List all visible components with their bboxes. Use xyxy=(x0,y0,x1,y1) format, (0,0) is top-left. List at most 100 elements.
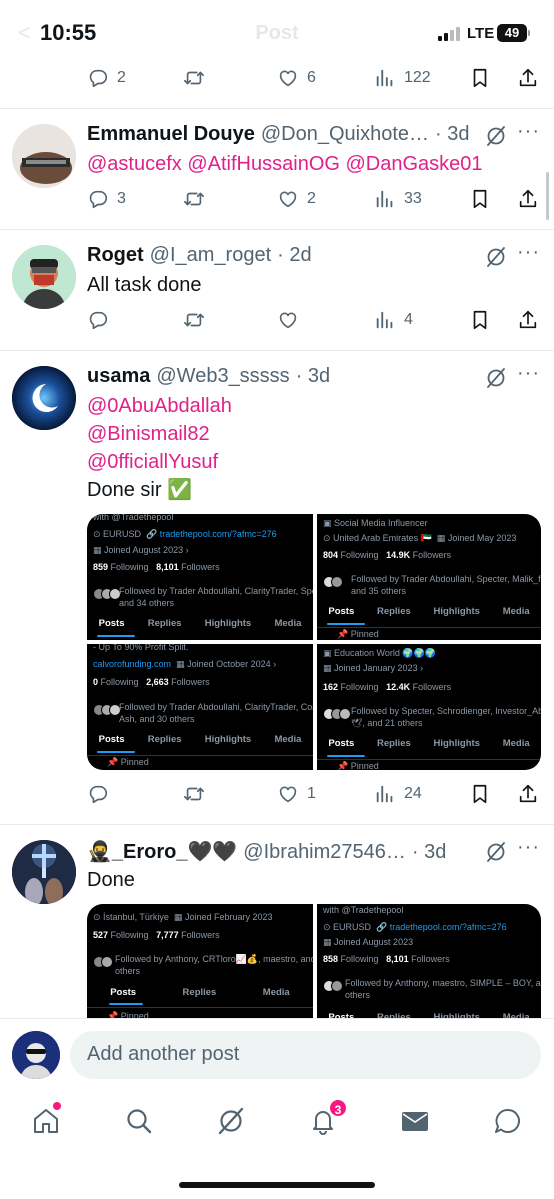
bookmark-button[interactable] xyxy=(469,309,491,331)
add-post-input[interactable]: Add another post xyxy=(70,1031,541,1079)
author-handle[interactable]: @Web3_sssss xyxy=(156,365,289,388)
media-image[interactable]: with @Tradethepool ⊙ EURUSD 🔗 tradethepo… xyxy=(87,514,313,640)
profile-stats: 162 Following 12.4K Followers xyxy=(323,682,452,692)
media-grid[interactable]: with @Tradethepool ⊙ EURUSD 🔗 tradethepo… xyxy=(87,514,541,770)
reply-button[interactable] xyxy=(87,783,109,805)
avatar[interactable] xyxy=(12,124,76,188)
avatar[interactable] xyxy=(12,840,76,904)
reply-button[interactable]: 3 xyxy=(87,188,126,210)
post-time: · 3d xyxy=(435,123,470,145)
home-indicator xyxy=(179,1182,375,1188)
author-handle[interactable]: @Ibrahim27546… xyxy=(243,841,406,864)
post-actions: 4 xyxy=(87,307,537,335)
avatar[interactable] xyxy=(12,245,76,309)
media-image[interactable]: ▣ Social Media Influencer ⊙ United Arab … xyxy=(317,514,541,640)
mention-link[interactable]: @AtifHussainOG xyxy=(187,153,340,175)
author-name[interactable]: 🥷_Eroro_🖤🖤 xyxy=(87,839,237,864)
mention-link[interactable]: @Binismail82 xyxy=(87,420,232,448)
grok-icon[interactable] xyxy=(484,366,508,390)
profile-stats: 859 Following 8,101 Followers xyxy=(93,562,220,572)
reply-button[interactable]: 2 xyxy=(87,67,126,89)
repost-button[interactable] xyxy=(183,188,205,210)
author-name[interactable]: usama xyxy=(87,365,150,388)
author-handle[interactable]: @I_am_roget xyxy=(150,244,271,267)
mention-link[interactable]: @DanGaske01 xyxy=(346,153,483,175)
grok-icon[interactable] xyxy=(484,124,508,148)
heart-icon xyxy=(277,783,299,805)
more-options-button[interactable]: ··· xyxy=(517,120,540,143)
share-button[interactable] xyxy=(517,188,539,210)
followed-by-text: Followed by Trader Abdoullahi, ClarityTr… xyxy=(119,586,313,596)
repost-button[interactable] xyxy=(183,783,205,805)
grok-icon[interactable] xyxy=(216,1106,246,1136)
avatar-image xyxy=(12,366,76,430)
views-button[interactable]: 122 xyxy=(374,67,431,89)
avatar-image xyxy=(12,245,76,309)
more-options-button[interactable]: ··· xyxy=(517,362,540,385)
followed-by-text: others xyxy=(345,990,371,1000)
followed-by-text: Followed by Specter, Schrodienger, Inves… xyxy=(351,706,541,716)
media-image[interactable]: ▣ Education World 🌍🌍🌍 ▦ Joined January 2… xyxy=(317,644,541,770)
mail-icon[interactable] xyxy=(400,1106,430,1136)
author-name[interactable]: Roget xyxy=(87,244,144,267)
grok-icon[interactable] xyxy=(484,840,508,864)
repost-icon xyxy=(183,188,205,210)
like-button[interactable]: 6 xyxy=(277,67,316,89)
reply-icon xyxy=(87,188,109,210)
bookmark-button[interactable] xyxy=(469,188,491,210)
post-time: · 3d xyxy=(411,841,447,863)
home-icon[interactable] xyxy=(31,1106,61,1136)
follower-avatars xyxy=(323,576,343,588)
share-button[interactable] xyxy=(517,309,539,331)
scrollbar[interactable] xyxy=(546,172,549,220)
followed-by-text: Followed by Trader Abdoullahi, ClarityTr… xyxy=(119,702,313,712)
author-name[interactable]: Emmanuel Douye xyxy=(87,123,255,146)
mention-link[interactable]: @0fficiallYusuf xyxy=(87,448,232,476)
repost-button[interactable] xyxy=(183,309,205,331)
divider xyxy=(0,108,554,109)
like-button[interactable]: 1 xyxy=(277,783,316,805)
bookmark-button[interactable] xyxy=(469,67,491,89)
more-options-button[interactable]: ··· xyxy=(517,836,540,859)
views-icon xyxy=(374,783,396,805)
repost-icon xyxy=(183,67,205,89)
avatar-image xyxy=(12,1031,60,1079)
like-button[interactable]: 2 xyxy=(277,188,316,210)
followed-by-text: others xyxy=(115,966,141,976)
bookmark-button[interactable] xyxy=(469,783,491,805)
views-button[interactable]: 33 xyxy=(374,188,422,210)
my-avatar[interactable] xyxy=(12,1031,60,1079)
author-handle[interactable]: @Don_Quixhote… xyxy=(261,123,429,146)
avatar[interactable] xyxy=(12,366,76,430)
repost-icon xyxy=(183,309,205,331)
profile-stats: 804 Following 14.9K Followers xyxy=(323,550,452,560)
profile-stats: 858 Following 8,101 Followers xyxy=(323,954,450,964)
profile-bio-snippet: with @Tradethepool xyxy=(323,905,404,915)
tab-underline xyxy=(327,755,365,757)
search-icon[interactable] xyxy=(124,1106,154,1136)
share-button[interactable] xyxy=(517,783,539,805)
like-button[interactable] xyxy=(277,309,299,331)
bookmark-icon xyxy=(469,783,491,805)
repost-button[interactable] xyxy=(183,67,205,89)
chat-icon[interactable] xyxy=(493,1106,523,1136)
share-button[interactable] xyxy=(517,67,539,89)
mention-link[interactable]: @astucefx xyxy=(87,153,182,175)
grok-icon[interactable] xyxy=(484,245,508,269)
share-icon xyxy=(517,67,539,89)
profile-bio-snippet: - Up To 90% Profit Split. xyxy=(93,644,189,652)
more-options-button[interactable]: ··· xyxy=(517,241,540,264)
views-button[interactable]: 4 xyxy=(374,309,413,331)
profile-meta: ⊙ United Arab Emirates 🇦🇪 ▦ Joined May 2… xyxy=(323,533,517,543)
views-button[interactable]: 24 xyxy=(374,783,422,805)
reply-button[interactable] xyxy=(87,309,109,331)
media-image[interactable]: - Up To 90% Profit Split. calvorofunding… xyxy=(87,644,313,770)
mention-link[interactable]: @0AbuAbdallah xyxy=(87,392,232,420)
post-actions: 3 2 33 xyxy=(87,186,537,214)
profile-bio-snippet: ▣ Social Media Influencer xyxy=(323,518,428,528)
reply-icon xyxy=(87,783,109,805)
bottom-nav: 3 xyxy=(0,1092,554,1199)
followed-by-text: and 35 others xyxy=(351,586,407,596)
post-text: @0AbuAbdallah @Binismail82 @0fficiallYus… xyxy=(87,392,232,504)
followed-by-text: Ash, and 30 others xyxy=(119,714,195,724)
